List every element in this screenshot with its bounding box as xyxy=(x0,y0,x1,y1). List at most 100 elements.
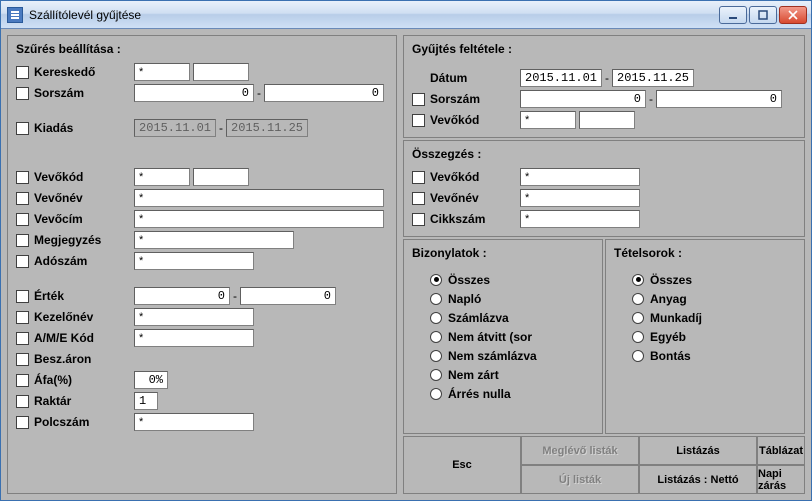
sorszam-to[interactable] xyxy=(264,84,384,102)
ertek-check[interactable] xyxy=(16,290,29,303)
sum-vevonev-input[interactable] xyxy=(520,189,640,207)
kiadas-check[interactable] xyxy=(16,122,29,135)
radio-option[interactable]: Összes xyxy=(632,270,786,289)
cond-sorszam-to[interactable] xyxy=(656,90,782,108)
afa-input[interactable] xyxy=(134,371,168,389)
kiadas-from[interactable] xyxy=(134,119,216,137)
radio-option[interactable]: Anyag xyxy=(632,289,786,308)
sum-cikkszam-input[interactable] xyxy=(520,210,640,228)
kezelonev-input[interactable] xyxy=(134,308,254,326)
polcszam-check[interactable] xyxy=(16,416,29,429)
cond-vevokod-label: Vevőkód xyxy=(430,113,520,127)
ertek-from[interactable] xyxy=(134,287,230,305)
listazas-button[interactable]: Listázás xyxy=(639,436,757,465)
kereskedo-input-2[interactable] xyxy=(193,63,249,81)
radio-icon[interactable] xyxy=(632,274,644,286)
vevocim-check[interactable] xyxy=(16,213,29,226)
sorszam-check[interactable] xyxy=(16,87,29,100)
esc-button[interactable]: Esc xyxy=(403,436,521,494)
sum-vevonev-label: Vevőnév xyxy=(430,191,520,205)
datum-to[interactable] xyxy=(612,69,694,87)
radio-option[interactable]: Munkadíj xyxy=(632,308,786,327)
radio-option[interactable]: Nem számlázva xyxy=(430,346,584,365)
radio-icon[interactable] xyxy=(430,274,442,286)
adoszam-input[interactable] xyxy=(134,252,254,270)
kereskedo-check[interactable] xyxy=(16,66,29,79)
beszaron-check[interactable] xyxy=(16,353,29,366)
radio-icon[interactable] xyxy=(632,293,644,305)
vevokod-check[interactable] xyxy=(16,171,29,184)
radio-icon[interactable] xyxy=(430,293,442,305)
raktar-input[interactable] xyxy=(134,392,158,410)
radio-option[interactable]: Nem átvitt (sor xyxy=(430,327,584,346)
meglevo-listak-button[interactable]: Meglévő listák xyxy=(521,436,639,465)
radio-option[interactable]: Összes xyxy=(430,270,584,289)
vevocim-label: Vevőcím xyxy=(34,212,134,226)
radio-icon[interactable] xyxy=(430,388,442,400)
sorszam-label: Sorszám xyxy=(34,86,134,100)
beszaron-label: Besz.áron xyxy=(34,352,134,366)
tetelsorok-panel: Tételsorok : ÖsszesAnyagMunkadíjEgyébBon… xyxy=(605,239,805,434)
radio-option[interactable]: Számlázva xyxy=(430,308,584,327)
afa-check[interactable] xyxy=(16,374,29,387)
cond-sorszam-from[interactable] xyxy=(520,90,646,108)
uj-listak-button[interactable]: Új listák xyxy=(521,465,639,494)
sum-cikkszam-check[interactable] xyxy=(412,213,425,226)
radio-icon[interactable] xyxy=(632,350,644,362)
summary-title: Összegzés : xyxy=(412,147,796,161)
vevokod-label: Vevőkód xyxy=(34,170,134,184)
radio-icon[interactable] xyxy=(430,331,442,343)
close-button[interactable] xyxy=(779,6,807,24)
vevocim-input[interactable] xyxy=(134,210,384,228)
vevonev-check[interactable] xyxy=(16,192,29,205)
amekod-label: A/M/E Kód xyxy=(34,331,134,345)
cond-sorszam-check[interactable] xyxy=(412,93,425,106)
radio-option[interactable]: Egyéb xyxy=(632,327,786,346)
radio-option[interactable]: Nem zárt xyxy=(430,365,584,384)
radio-label: Számlázva xyxy=(448,311,509,325)
listazas-netto-button[interactable]: Listázás : Nettó xyxy=(639,465,757,494)
kezelonev-check[interactable] xyxy=(16,311,29,324)
megjegyzes-label: Megjegyzés xyxy=(34,233,134,247)
kiadas-to[interactable] xyxy=(226,119,308,137)
radio-icon[interactable] xyxy=(632,312,644,324)
datum-from[interactable] xyxy=(520,69,602,87)
polcszam-input[interactable] xyxy=(134,413,254,431)
megjegyzes-check[interactable] xyxy=(16,234,29,247)
vevokod-input-1[interactable] xyxy=(134,168,190,186)
vevokod-input-2[interactable] xyxy=(193,168,249,186)
cond-vevokod-2[interactable] xyxy=(579,111,635,129)
sorszam-from[interactable] xyxy=(134,84,254,102)
sum-vevokod-input[interactable] xyxy=(520,168,640,186)
ertek-to[interactable] xyxy=(240,287,336,305)
sum-vevokod-check[interactable] xyxy=(412,171,425,184)
cond-vevokod-1[interactable] xyxy=(520,111,576,129)
maximize-button[interactable] xyxy=(749,6,777,24)
cond-vevokod-check[interactable] xyxy=(412,114,425,127)
napi-zaras-button[interactable]: Napi zárás xyxy=(757,465,805,494)
amekod-input[interactable] xyxy=(134,329,254,347)
adoszam-check[interactable] xyxy=(16,255,29,268)
radio-icon[interactable] xyxy=(632,331,644,343)
sum-cikkszam-label: Cikkszám xyxy=(430,212,520,226)
radio-option[interactable]: Napló xyxy=(430,289,584,308)
condition-panel: Gyűjtés feltétele : Dátum - Sorszám - xyxy=(403,35,805,138)
megjegyzes-input[interactable] xyxy=(134,231,294,249)
summary-panel: Összegzés : Vevőkód Vevőnév Cikkszám xyxy=(403,140,805,237)
radio-icon[interactable] xyxy=(430,369,442,381)
vevonev-input[interactable] xyxy=(134,189,384,207)
radio-option[interactable]: Árrés nulla xyxy=(430,384,584,403)
tablazat-button[interactable]: Táblázat xyxy=(757,436,805,465)
sum-vevonev-check[interactable] xyxy=(412,192,425,205)
radio-label: Összes xyxy=(448,273,490,287)
radio-icon[interactable] xyxy=(430,312,442,324)
raktar-check[interactable] xyxy=(16,395,29,408)
kereskedo-input-1[interactable] xyxy=(134,63,190,81)
minimize-button[interactable] xyxy=(719,6,747,24)
radio-icon[interactable] xyxy=(430,350,442,362)
radio-option[interactable]: Bontás xyxy=(632,346,786,365)
ertek-label: Érték xyxy=(34,289,134,303)
amekod-check[interactable] xyxy=(16,332,29,345)
window-title: Szállítólevél gyűjtése xyxy=(29,8,719,22)
radio-label: Nem zárt xyxy=(448,368,499,382)
